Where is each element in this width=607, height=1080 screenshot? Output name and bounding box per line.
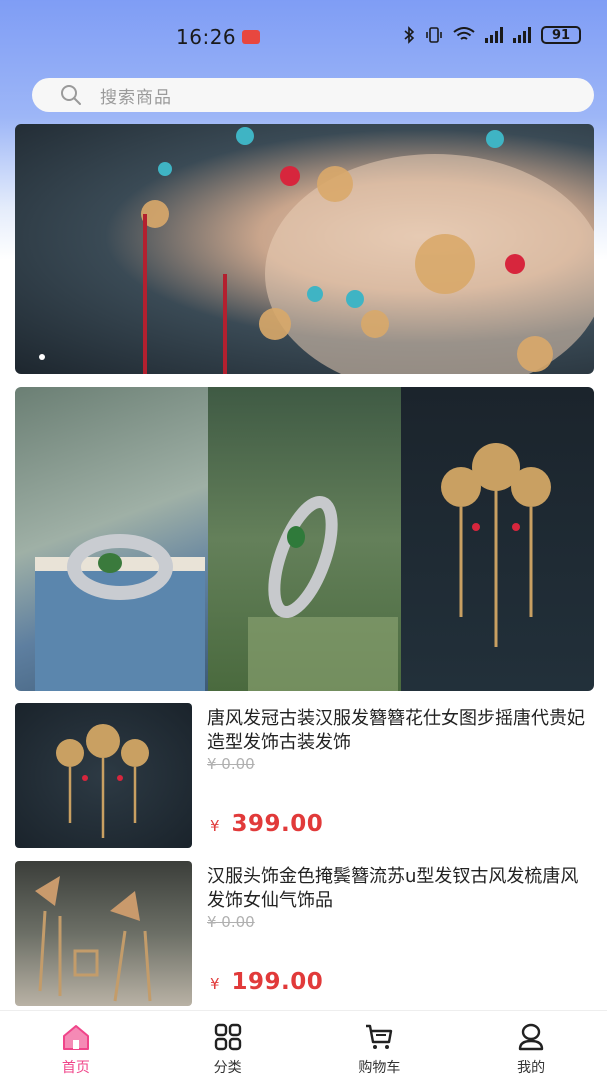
product-thumbnail[interactable] — [15, 703, 192, 848]
featured-bracelet-image[interactable] — [208, 387, 401, 691]
banner-carousel[interactable] — [15, 124, 594, 374]
signal-icon-2 — [513, 27, 531, 43]
vibrate-icon — [426, 27, 442, 43]
product-price: ¥ 199.00 — [210, 969, 323, 995]
battery-indicator: 91 — [541, 26, 581, 44]
tab-label: 我的 — [517, 1060, 546, 1076]
price-value: 399.00 — [231, 811, 324, 837]
tab-home[interactable]: 首页 — [0, 1011, 152, 1080]
carousel-indicator — [39, 354, 45, 360]
signal-icon — [485, 27, 503, 43]
status-time: 16:26 — [176, 25, 237, 49]
home-icon — [62, 1025, 89, 1050]
bottom-tab-bar: 首页 分类 购物车 我的 — [0, 1010, 607, 1080]
product-original-price: ¥ 0.00 — [207, 913, 255, 931]
currency-symbol: ¥ — [210, 975, 220, 993]
tab-label: 购物车 — [358, 1060, 401, 1076]
status-bar: 16:26 91 — [0, 0, 607, 74]
cart-icon — [366, 1024, 393, 1049]
profile-icon — [518, 1023, 544, 1051]
tab-profile[interactable]: 我的 — [455, 1011, 607, 1080]
notification-icon — [242, 30, 261, 44]
product-price: ¥ 399.00 — [210, 811, 323, 837]
search-icon — [61, 85, 81, 105]
wifi-icon — [453, 27, 475, 40]
search-input[interactable]: 搜索商品 — [32, 78, 594, 112]
featured-grid — [15, 387, 594, 691]
product-thumbnail[interactable] — [15, 861, 192, 1006]
price-value: 199.00 — [231, 969, 324, 995]
tab-label: 分类 — [213, 1060, 242, 1076]
tab-category[interactable]: 分类 — [152, 1011, 304, 1080]
banner-jewelry-image — [141, 127, 594, 374]
product-list: 唐风发冠古装汉服发簪簪花仕女图步摇唐代贵妃造型发饰古装发饰 ¥ 0.00 ¥ 3… — [0, 703, 607, 1019]
featured-hairpin-image[interactable] — [401, 387, 594, 691]
status-icons: 91 — [403, 26, 581, 44]
product-title[interactable]: 汉服头饰金色掩鬓簪流苏u型发钗古风发梳唐风发饰女仙气饰品 — [207, 865, 587, 913]
featured-ring-image[interactable] — [15, 387, 208, 691]
product-title[interactable]: 唐风发冠古装汉服发簪簪花仕女图步摇唐代贵妃造型发饰古装发饰 — [207, 707, 587, 755]
bluetooth-icon — [404, 26, 415, 44]
currency-symbol: ¥ — [210, 817, 220, 835]
product-card[interactable]: 唐风发冠古装汉服发簪簪花仕女图步摇唐代贵妃造型发饰古装发饰 ¥ 0.00 ¥ 3… — [0, 703, 607, 861]
search-placeholder: 搜索商品 — [100, 87, 172, 108]
product-original-price: ¥ 0.00 — [207, 755, 255, 773]
tab-cart[interactable]: 购物车 — [304, 1011, 456, 1080]
category-icon — [214, 1023, 241, 1051]
tab-label: 首页 — [61, 1060, 90, 1076]
product-card[interactable]: 汉服头饰金色掩鬓簪流苏u型发钗古风发梳唐风发饰女仙气饰品 ¥ 0.00 ¥ 19… — [0, 861, 607, 1019]
